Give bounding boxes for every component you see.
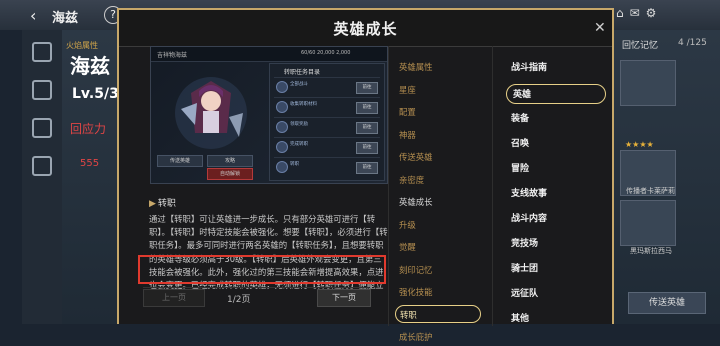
- quest-icon: [276, 101, 288, 113]
- quest-text: 收集转职材料: [290, 102, 317, 107]
- equipment-tab-icon[interactable]: [32, 80, 52, 100]
- quest-go-button: 前往: [356, 122, 378, 134]
- subtopic-item[interactable]: 成长庇护: [399, 328, 433, 346]
- subtopic-item[interactable]: 升级: [399, 216, 416, 234]
- quest-icon: [276, 161, 288, 173]
- quest-icon: [276, 81, 288, 93]
- quest-text: 完成转职: [290, 142, 308, 147]
- preview-top-bar: 吉祥物海兹 60/60 20,000 2,000: [151, 47, 387, 62]
- back-icon[interactable]: ‹: [30, 6, 36, 25]
- category-item[interactable]: 其他: [511, 309, 529, 329]
- memory-label: 回忆记忆: [622, 41, 659, 51]
- quest-go-button: 前往: [356, 142, 378, 154]
- triangle-icon: ▶: [149, 199, 156, 209]
- quest-text: 全部战斗: [290, 82, 308, 87]
- left-sidebar: [22, 30, 63, 324]
- preview-quest-item: 完成转职 前往: [274, 137, 380, 158]
- profile-tab-icon[interactable]: [32, 118, 52, 138]
- preview-list-title: 转职任务目录: [284, 69, 321, 76]
- subtopic-item[interactable]: 传送英雄: [399, 148, 433, 166]
- prev-page-button[interactable]: 上一页: [143, 289, 205, 307]
- hero-portrait-icon: [175, 77, 247, 149]
- subtopic-item-selected[interactable]: 转职: [395, 305, 481, 323]
- subtopic-item[interactable]: 强化技能: [399, 283, 433, 301]
- subtopic-item[interactable]: 星座: [399, 81, 416, 99]
- page-indicator: 1/2页: [227, 295, 251, 305]
- screen-title: 海兹: [52, 11, 79, 26]
- subtopic-item[interactable]: 觉醒: [399, 238, 416, 256]
- quest-go-button: 前往: [356, 102, 378, 114]
- section-heading-text: 转职: [157, 199, 176, 209]
- category-item[interactable]: 战斗指南: [511, 58, 547, 78]
- subtopic-item[interactable]: 配置: [399, 103, 416, 121]
- hero-card[interactable]: [620, 200, 676, 246]
- preview-tab: 攻略: [207, 155, 253, 167]
- top-right-icons[interactable]: ⌂✉⚙: [616, 6, 662, 20]
- subtopic-group-heading: 英雄成长: [399, 197, 433, 207]
- preview-quest-item: 转职 前往: [274, 157, 380, 178]
- category-item[interactable]: 支线故事: [511, 184, 547, 204]
- hero-tab-icon[interactable]: [32, 42, 52, 62]
- quest-text: 转职: [290, 162, 299, 167]
- red-highlight-box: [138, 255, 386, 284]
- category-item[interactable]: 远征队: [511, 284, 538, 304]
- hero-name: 海兹: [70, 54, 110, 78]
- stat-value: 555: [80, 158, 100, 169]
- category-item[interactable]: 召唤: [511, 134, 529, 154]
- category-item[interactable]: 装备: [511, 109, 529, 129]
- quest-icon: [276, 121, 288, 133]
- category-item[interactable]: 竞技场: [511, 234, 538, 254]
- quest-text: 领取奖励: [290, 122, 308, 127]
- modal-title: 英雄成长: [333, 20, 398, 38]
- guide-preview-image: 吉祥物海兹 60/60 20,000 2,000 传送英雄 攻略 自动解锁 转职…: [150, 46, 388, 184]
- preview-top-label: 吉祥物海兹: [157, 52, 188, 59]
- subtopic-item[interactable]: 刻印记忆: [399, 261, 433, 279]
- preview-quest-item: 全部战斗 前往: [274, 77, 380, 98]
- subtopic-item[interactable]: 神器: [399, 126, 416, 144]
- skill-tab-icon[interactable]: [32, 156, 52, 176]
- section-heading: ▶ 转职: [149, 196, 176, 209]
- modal-header: 英雄成长 ✕: [119, 10, 612, 47]
- preview-tabs: 传送英雄 攻略 自动解锁: [157, 155, 267, 180]
- close-icon[interactable]: ✕: [594, 20, 606, 36]
- send-hero-button[interactable]: 传送英雄: [628, 292, 706, 314]
- quest-go-button: 前往: [356, 82, 378, 94]
- category-item[interactable]: 战斗内容: [511, 209, 547, 229]
- preview-tab: 自动解锁: [207, 168, 253, 180]
- category-item[interactable]: 冒险: [511, 159, 529, 179]
- quest-go-button: 前往: [356, 162, 378, 174]
- star-rating: ★★★★: [625, 140, 654, 149]
- hero-card[interactable]: [620, 60, 676, 106]
- pager: 上一页 1/2页 下一页: [143, 287, 371, 307]
- subtopic-list: 英雄属性 星座 配置 神器 传送英雄 亲密度 英雄成长 升级 觉醒 刻印记忆 强…: [388, 46, 493, 342]
- category-item-selected[interactable]: 英雄: [506, 84, 606, 104]
- subtopic-item[interactable]: 英雄属性: [399, 58, 433, 76]
- memory-count: 4 /125: [678, 38, 707, 48]
- next-page-button[interactable]: 下一页: [317, 289, 371, 307]
- subtopic-item[interactable]: 亲密度: [399, 171, 424, 189]
- preview-quest-list: 转职任务目录 全部战斗 前往 收集转职材料 前往 领取奖励 前往 完成转职 前往: [269, 63, 385, 181]
- quest-icon: [276, 141, 288, 153]
- hero-card-label: 传播者卡莱萨莉: [626, 187, 675, 195]
- stat-label: 回应力: [70, 122, 107, 136]
- preview-quest-item: 领取奖励 前往: [274, 117, 380, 138]
- preview-tab: 传送英雄: [157, 155, 203, 167]
- category-item[interactable]: 骑士团: [511, 259, 538, 279]
- preview-resources: 60/60 20,000 2,000: [301, 50, 351, 56]
- preview-quest-item: 收集转职材料 前往: [274, 97, 380, 118]
- hero-growth-modal: 英雄成长 ✕ 吉祥物海兹 60/60 20,000 2,000 传送英雄 攻略 …: [117, 8, 614, 342]
- hero-card-label: 黑玛斯拉西马: [630, 247, 672, 255]
- category-list: 战斗指南 英雄 装备 召唤 冒险 支线故事 战斗内容 竞技场 骑士团 远征队 其…: [501, 46, 611, 326]
